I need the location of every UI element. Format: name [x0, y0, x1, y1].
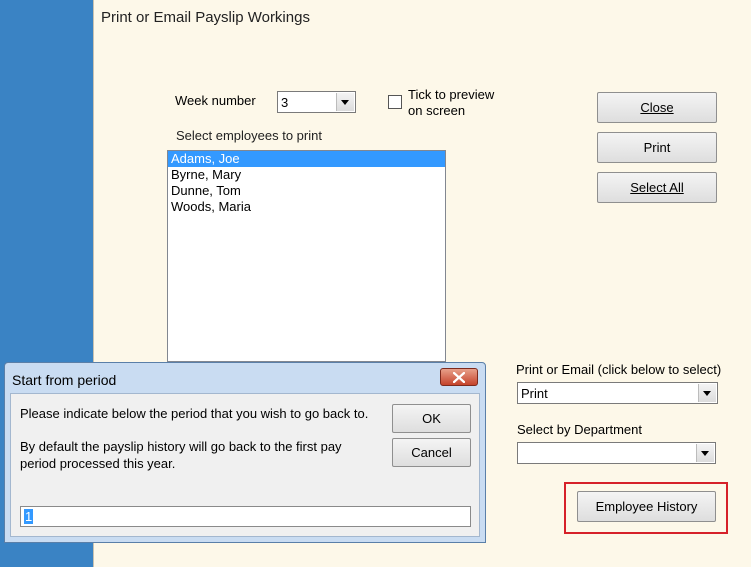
- preview-label-line2: on screen: [408, 103, 466, 118]
- list-item[interactable]: Woods, Maria: [168, 199, 445, 215]
- print-or-email-select[interactable]: Print: [517, 382, 718, 404]
- list-item[interactable]: Byrne, Mary: [168, 167, 445, 183]
- week-number-select[interactable]: 3: [277, 91, 356, 113]
- start-from-period-dialog: Start from period Please indicate below …: [4, 362, 486, 543]
- week-number-label: Week number: [175, 93, 256, 108]
- window-title: Print or Email Payslip Workings: [101, 9, 310, 26]
- close-button-label: Close: [640, 100, 674, 115]
- dialog-title: Start from period: [12, 372, 117, 388]
- select-all-button[interactable]: Select All: [597, 172, 717, 203]
- period-input[interactable]: 1: [20, 506, 471, 527]
- dialog-default-note-line1: By default the payslip history will go b…: [20, 439, 342, 454]
- department-select[interactable]: [517, 442, 716, 464]
- list-item[interactable]: Dunne, Tom: [168, 183, 445, 199]
- week-number-value: 3: [281, 95, 289, 110]
- close-button[interactable]: Close: [597, 92, 717, 123]
- select-employees-label: Select employees to print: [176, 128, 322, 143]
- preview-label: Tick to preview on screen: [408, 87, 494, 119]
- preview-label-line1: Tick to preview: [408, 87, 495, 102]
- dialog-default-note: By default the payslip history will go b…: [20, 438, 342, 472]
- cancel-button[interactable]: Cancel: [392, 438, 471, 467]
- department-label: Select by Department: [517, 422, 643, 437]
- dialog-body: Please indicate below the period that yo…: [10, 393, 480, 537]
- print-or-email-label: Print or Email (click below to select): [516, 362, 722, 377]
- chevron-down-icon[interactable]: [336, 93, 354, 111]
- employee-list[interactable]: Adams, Joe Byrne, Mary Dunne, Tom Woods,…: [167, 150, 446, 362]
- print-button[interactable]: Print: [597, 132, 717, 163]
- dialog-default-note-line2: period processed this year.: [20, 456, 176, 471]
- select-all-button-label: Select All: [630, 180, 684, 195]
- dialog-message: Please indicate below the period that yo…: [20, 406, 369, 421]
- ok-button[interactable]: OK: [392, 404, 471, 433]
- preview-checkbox[interactable]: [388, 95, 402, 109]
- close-icon: [453, 371, 465, 383]
- period-input-value: 1: [24, 509, 34, 524]
- list-item[interactable]: Adams, Joe: [168, 151, 445, 167]
- print-or-email-value: Print: [521, 386, 548, 401]
- chevron-down-icon[interactable]: [698, 384, 716, 402]
- chevron-down-icon[interactable]: [696, 444, 714, 462]
- employee-history-button[interactable]: Employee History: [577, 491, 716, 522]
- dialog-close-button[interactable]: [440, 368, 478, 386]
